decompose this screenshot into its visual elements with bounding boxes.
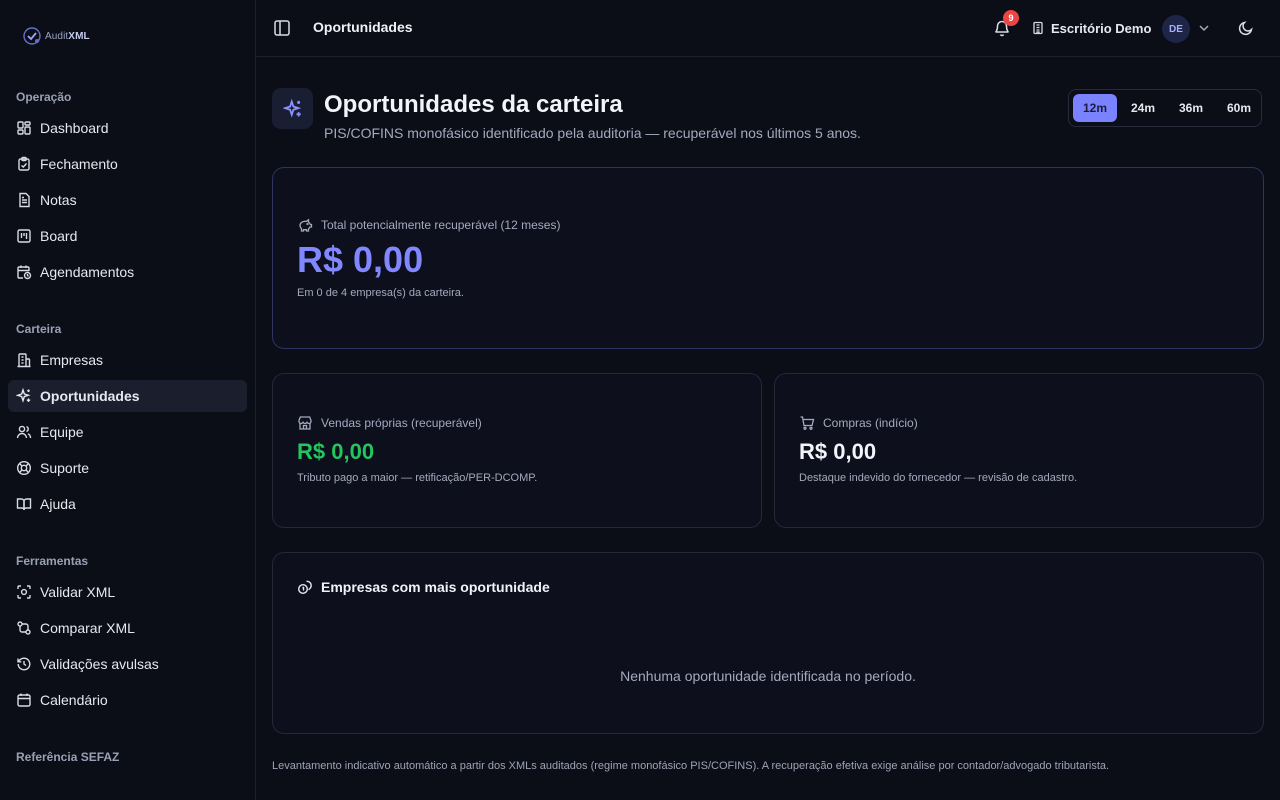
sidebar-item-label: Ajuda xyxy=(40,496,76,512)
disclaimer-footnote: Levantamento indicativo automático a par… xyxy=(272,760,1110,772)
sparkles-icon xyxy=(282,98,301,118)
shopping-cart-icon xyxy=(800,416,815,430)
sidebar-item-validacoes-avulsas[interactable]: Validações avulsas xyxy=(8,648,247,680)
sidebar-item-agendamentos[interactable]: Agendamentos xyxy=(8,256,247,288)
sidebar-item-label: Dashboard xyxy=(40,120,109,136)
kanban-icon xyxy=(17,229,31,243)
page-title: Oportunidades xyxy=(313,19,413,35)
compras-label: Compras (indício) xyxy=(799,415,918,431)
coins-icon xyxy=(297,580,312,595)
period-option-36m[interactable]: 36m xyxy=(1169,94,1213,122)
clipboard-check-icon xyxy=(18,156,30,171)
vendas-note: Tributo pago a maior — retificação/PER-D… xyxy=(297,472,538,484)
users-icon xyxy=(16,425,32,439)
building-icon xyxy=(1033,21,1043,35)
sidebar-item-label: Notas xyxy=(40,192,77,208)
history-icon xyxy=(17,657,31,671)
sidebar-item-board[interactable]: Board xyxy=(8,220,247,252)
sidebar-item-comparar-xml[interactable]: Comparar XML xyxy=(8,612,247,644)
sparkles-icon xyxy=(16,388,31,403)
sidebar-item-label: Empresas xyxy=(40,352,104,368)
top-bar: Oportunidades 9 Escritório Demo DE xyxy=(256,0,1280,57)
period-selector: 12m 24m 36m 60m xyxy=(1068,89,1262,127)
sidebar-item-label: Comparar XML xyxy=(40,620,135,636)
top-companies-card: Empresas com mais oportunidade Nenhuma o… xyxy=(272,552,1264,734)
sidebar-item-empresas[interactable]: Empresas xyxy=(8,344,247,376)
office-selector[interactable]: Escritório Demo xyxy=(1031,18,1151,38)
sidebar-toggle-icon[interactable] xyxy=(272,18,292,38)
sidebar-item-label: Equipe xyxy=(40,424,84,440)
section-title-ferramentas: Ferramentas xyxy=(16,554,89,568)
app-logo[interactable]: AuditXML xyxy=(22,26,90,46)
total-value: R$ 0,00 xyxy=(297,239,424,280)
period-option-12m[interactable]: 12m xyxy=(1073,94,1117,122)
vendas-label-text: Vendas próprias (recuperável) xyxy=(321,416,482,430)
period-option-60m[interactable]: 60m xyxy=(1217,94,1261,122)
avatar[interactable]: DE xyxy=(1162,15,1190,43)
sidebar: AuditXML Operação Dashboard Fechamento N… xyxy=(0,0,256,800)
top-companies-heading-text: Empresas com mais oportunidade xyxy=(321,579,550,595)
logo-text: AuditXML xyxy=(45,30,90,42)
sidebar-item-suporte[interactable]: Suporte xyxy=(8,452,247,484)
section-title-carteira: Carteira xyxy=(16,322,62,336)
notification-badge: 9 xyxy=(1003,10,1019,26)
sidebar-item-label: Fechamento xyxy=(40,156,118,172)
sidebar-item-label: Calendário xyxy=(40,692,108,708)
sidebar-item-fechamento[interactable]: Fechamento xyxy=(8,148,247,180)
office-name: Escritório Demo xyxy=(1051,20,1152,36)
sidebar-item-equipe[interactable]: Equipe xyxy=(8,416,247,448)
empty-state-message: Nenhuma oportunidade identificada no per… xyxy=(620,668,916,684)
compras-value: R$ 0,00 xyxy=(799,439,877,464)
top-companies-heading: Empresas com mais oportunidade xyxy=(297,579,550,595)
sidebar-item-validar-xml[interactable]: Validar XML xyxy=(8,576,247,608)
sidebar-item-notas[interactable]: Notas xyxy=(8,184,247,216)
book-open-icon xyxy=(16,498,32,511)
vendas-label: Vendas próprias (recuperável) xyxy=(297,415,482,431)
scan-icon xyxy=(17,585,31,599)
calendar-clock-icon xyxy=(17,265,32,280)
sidebar-item-ajuda[interactable]: Ajuda xyxy=(8,488,247,520)
compras-note: Destaque indevido do fornecedor — revisã… xyxy=(799,472,1078,484)
file-text-icon xyxy=(19,192,30,208)
moon-icon[interactable] xyxy=(1238,20,1254,36)
main-subtitle: PIS/COFINS monofásico identificado pela … xyxy=(324,125,861,141)
sidebar-item-oportunidades[interactable]: Oportunidades xyxy=(8,380,247,412)
section-title-referencia-sefaz: Referência SEFAZ xyxy=(16,750,120,764)
dashboard-icon xyxy=(17,121,31,135)
total-label: Total potencialmente recuperável (12 mes… xyxy=(297,217,560,233)
sidebar-item-label: Validar XML xyxy=(40,584,116,600)
sidebar-item-label: Suporte xyxy=(40,460,90,476)
total-label-text: Total potencialmente recuperável (12 mes… xyxy=(321,218,561,232)
sidebar-item-label: Validações avulsas xyxy=(40,656,159,672)
total-note: Em 0 de 4 empresa(s) da carteira. xyxy=(297,287,464,299)
sidebar-item-dashboard[interactable]: Dashboard xyxy=(8,112,247,144)
sidebar-item-label: Board xyxy=(40,228,78,244)
piggy-bank-icon xyxy=(299,218,313,232)
main-title: Oportunidades da carteira xyxy=(324,91,623,118)
compras-card: Compras (indício) R$ 0,00 Destaque indev… xyxy=(774,373,1264,528)
logo-icon xyxy=(23,27,41,45)
building-icon xyxy=(17,353,31,368)
hero-icon-badge xyxy=(272,88,313,129)
calendar-icon xyxy=(17,693,31,707)
total-recoverable-card: Total potencialmente recuperável (12 mes… xyxy=(272,167,1264,349)
compras-label-text: Compras (indício) xyxy=(823,416,918,430)
section-title-operacao: Operação xyxy=(16,90,72,104)
sidebar-item-calendario[interactable]: Calendário xyxy=(8,684,247,716)
period-option-24m[interactable]: 24m xyxy=(1121,94,1165,122)
store-icon xyxy=(298,416,312,430)
life-buoy-icon xyxy=(16,460,32,476)
vendas-value: R$ 0,00 xyxy=(297,439,375,464)
sidebar-item-label: Oportunidades xyxy=(40,388,140,404)
sidebar-item-label: Agendamentos xyxy=(40,264,135,280)
vendas-card: Vendas próprias (recuperável) R$ 0,00 Tr… xyxy=(272,373,762,528)
chevron-down-icon[interactable] xyxy=(1197,21,1211,35)
git-compare-icon xyxy=(17,621,31,635)
